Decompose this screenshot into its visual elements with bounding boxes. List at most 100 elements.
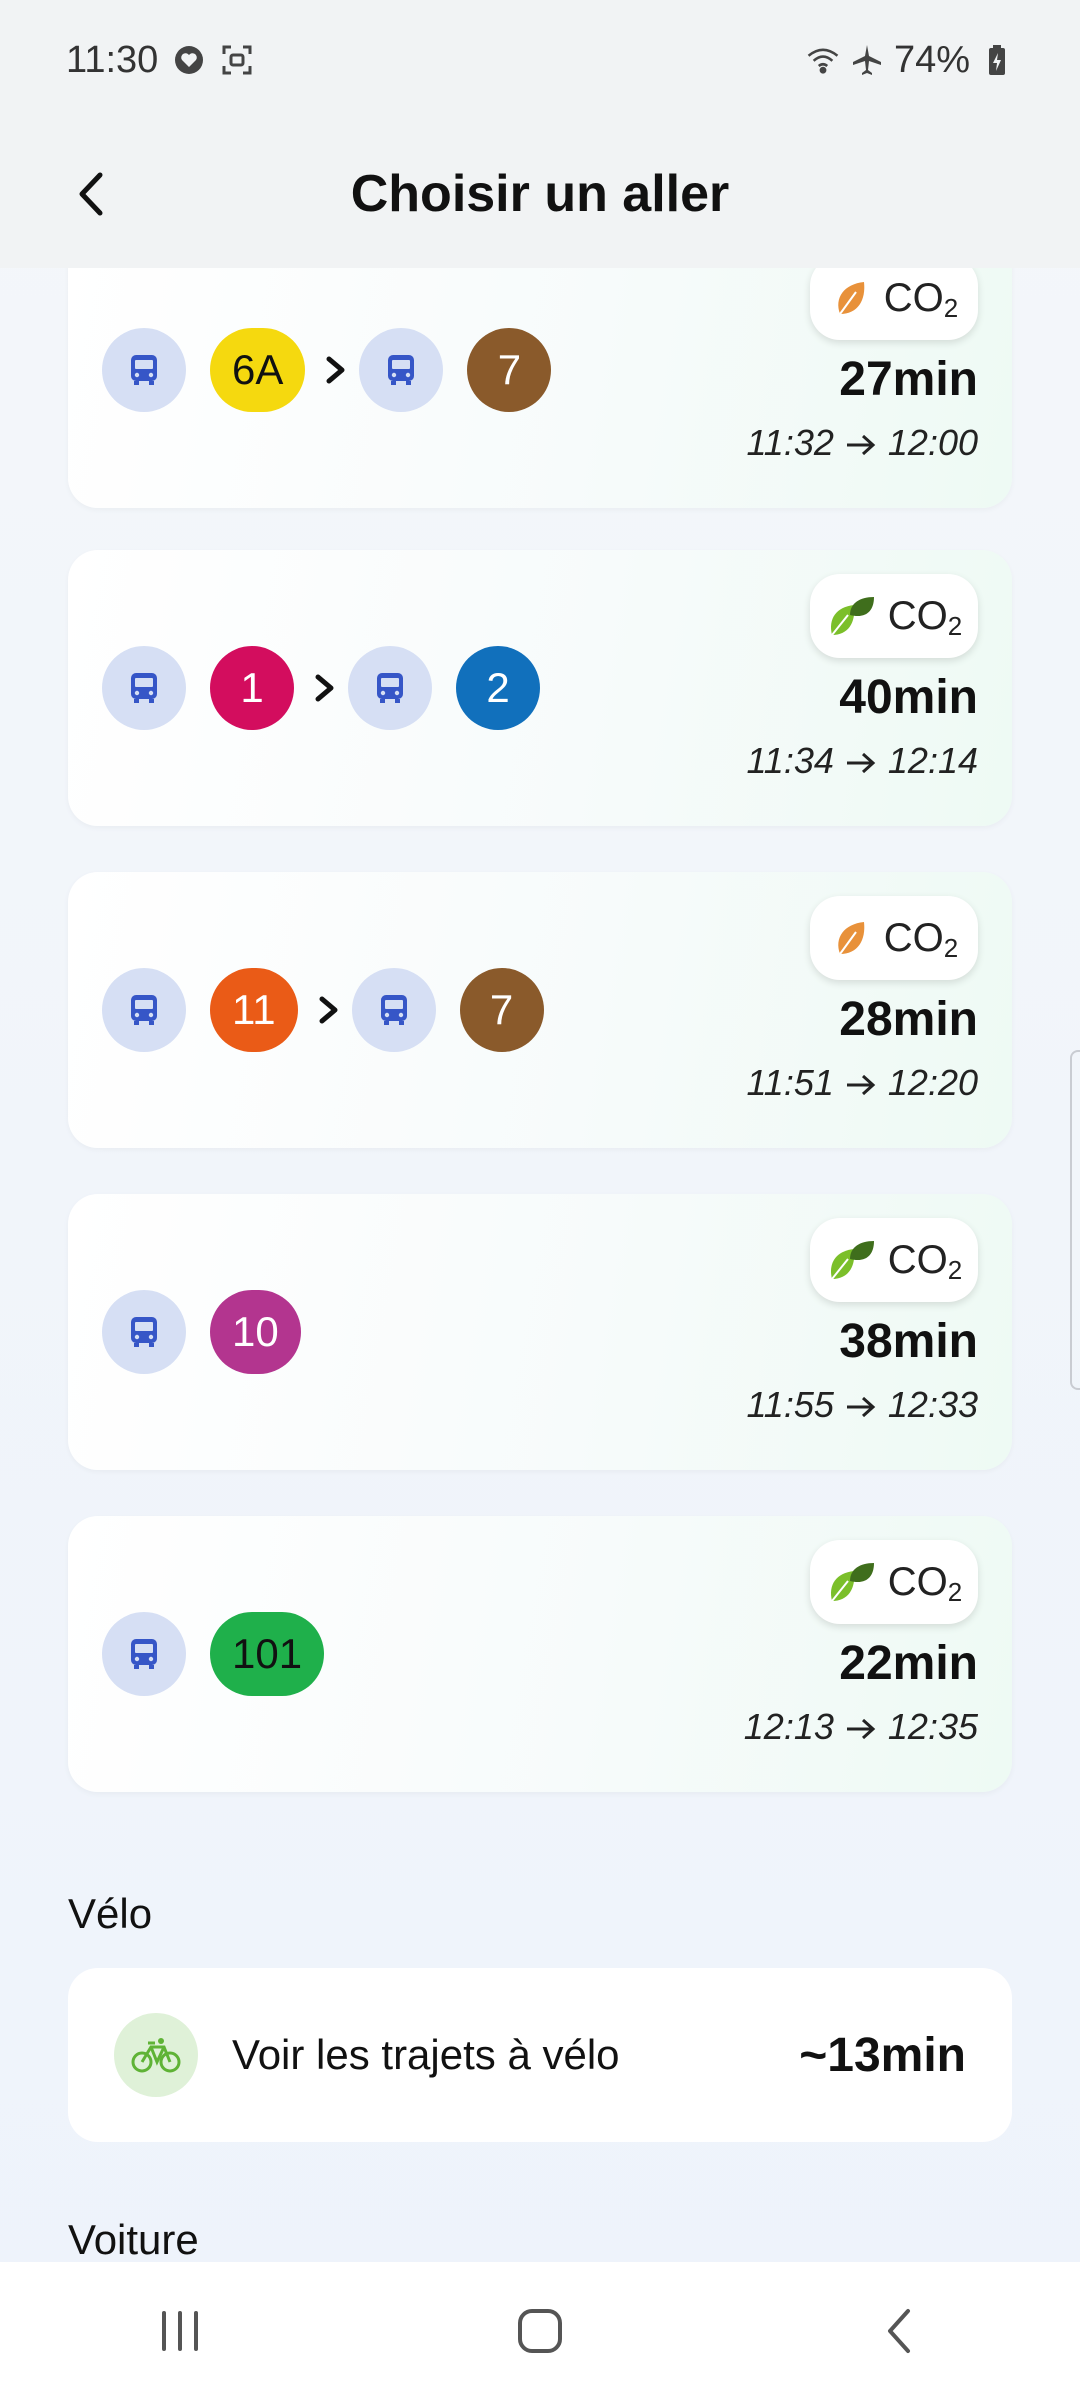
nav-back-icon: [888, 2309, 910, 2353]
leaf-icon: [830, 1241, 874, 1280]
section-title-velo: Vélo: [68, 1890, 153, 1937]
chevron-right-icon: [319, 996, 338, 1024]
co2-label: CO2: [887, 1237, 963, 1285]
home-icon: [518, 2309, 562, 2353]
journey-card[interactable]: 101 CO2 22min 12:13 12:35: [68, 1516, 1012, 1792]
bus-icon: [380, 995, 407, 1025]
arrow-right-icon: [846, 1075, 876, 1096]
wifi-icon: [806, 43, 840, 77]
leaf-icon: [838, 922, 865, 955]
airplane-mode-icon: [850, 43, 884, 77]
journey-duration: 38min: [839, 1315, 978, 1368]
screenshot-icon: [220, 43, 254, 77]
route-legs: 12: [102, 646, 540, 730]
arrow-right-icon: [846, 1719, 876, 1740]
bus-icon: [131, 1639, 157, 1669]
bus-icon: [131, 1317, 157, 1347]
leaf-icon: [830, 597, 874, 636]
leaf-icon: [838, 282, 865, 315]
journey-times: 11:32 12:00: [746, 422, 978, 464]
journey-list[interactable]: 6A 7 CO2 27min 11:32 12:00 1 2 CO2 40min 11:34 12…: [0, 268, 1080, 2262]
app-bar: Choisir un aller: [0, 120, 1080, 268]
bus-icon: [388, 355, 415, 385]
bus-mode-badge: [359, 328, 444, 412]
arrival-time: 12:20: [887, 1062, 978, 1103]
bus-icon: [131, 673, 157, 703]
status-time: 11:30: [66, 38, 159, 81]
transfer-chevron: [308, 646, 342, 730]
journey-duration: 28min: [839, 993, 978, 1046]
co2-badge[interactable]: CO2: [810, 1540, 978, 1624]
co2-badge[interactable]: CO2: [810, 574, 978, 658]
transfer-chevron: [312, 968, 346, 1052]
journey-duration: 27min: [839, 353, 978, 406]
bus-icon: [131, 355, 157, 385]
arrow-right-icon: [846, 1397, 876, 1418]
arrival-time: 12:33: [887, 1384, 978, 1425]
bus-mode-badge: [102, 1290, 186, 1374]
page-title: Choisir un aller: [350, 165, 730, 223]
departure-time: 11:34: [746, 740, 834, 781]
bus-mode-badge: [102, 328, 186, 412]
journey-card[interactable]: 11 7 CO2 28min 11:51 12:20: [68, 872, 1012, 1148]
battery-icon: [980, 43, 1014, 77]
journey-times: 11:34 12:14: [746, 740, 978, 782]
line-badge: 101: [210, 1612, 325, 1696]
bus-mode-badge: [102, 1612, 186, 1696]
battery-percentage: 74%: [893, 38, 970, 81]
bus-mode-badge: [102, 968, 186, 1052]
home-button[interactable]: [480, 2286, 600, 2376]
co2-badge[interactable]: CO2: [810, 1218, 978, 1302]
route-legs: 10: [102, 1290, 301, 1374]
leaf-icon: [830, 1563, 874, 1602]
system-nav-bar: [0, 2262, 1080, 2400]
bike-duration: ~13min: [799, 2028, 966, 2082]
line-badge: 1: [210, 646, 294, 730]
arrow-right-icon: [846, 753, 876, 774]
back-arrow-icon: [79, 172, 103, 216]
scrollbar[interactable]: [1070, 1050, 1080, 1390]
bus-mode-badge: [351, 968, 436, 1052]
departure-time: 11:55: [746, 1384, 834, 1425]
departure-time: 12:13: [743, 1706, 834, 1747]
line-badge: 7: [459, 968, 544, 1052]
recent-apps-icon: [162, 2311, 198, 2351]
departure-time: 11:32: [746, 422, 834, 463]
route-legs: 101: [102, 1612, 325, 1696]
transfer-chevron: [319, 328, 353, 412]
co2-badge[interactable]: CO2: [810, 268, 978, 340]
departure-time: 11:51: [746, 1062, 834, 1103]
co2-badge[interactable]: CO2: [810, 896, 978, 980]
line-badge: 7: [467, 328, 552, 412]
line-badge: 10: [210, 1290, 301, 1374]
journey-duration: 22min: [839, 1637, 978, 1690]
bus-icon: [131, 995, 157, 1025]
bike-routes-label: Voir les trajets à vélo: [232, 2031, 620, 2078]
journey-duration: 40min: [839, 671, 978, 724]
journey-card[interactable]: 1 2 CO2 40min 11:34 12:14: [68, 550, 1012, 826]
bus-mode-badge: [348, 646, 432, 730]
journey-card[interactable]: 6A 7 CO2 27min 11:32 12:00: [68, 268, 1012, 508]
route-legs: 6A 7: [102, 328, 552, 412]
line-badge: 11: [210, 968, 298, 1052]
back-button[interactable]: [50, 152, 134, 236]
chevron-right-icon: [326, 356, 345, 384]
line-badge: 2: [456, 646, 540, 730]
journey-times: 11:51 12:20: [746, 1062, 978, 1104]
section-title-voiture: Voiture: [68, 2216, 199, 2262]
co2-label: CO2: [883, 915, 959, 963]
journey-times: 12:13 12:35: [744, 1706, 978, 1748]
chevron-right-icon: [315, 674, 334, 702]
arrival-time: 12:14: [887, 740, 978, 781]
co2-label: CO2: [883, 275, 959, 323]
journey-card[interactable]: 10 CO2 38min 11:55 12:33: [68, 1194, 1012, 1470]
bike-routes-button[interactable]: Voir les trajets à vélo ~13min: [68, 1968, 1012, 2142]
recent-apps-button[interactable]: [120, 2286, 240, 2376]
arrival-time: 12:35: [887, 1706, 978, 1747]
co2-label: CO2: [887, 1559, 963, 1607]
nav-back-button[interactable]: [840, 2286, 960, 2376]
bike-icon: [114, 2013, 198, 2097]
journey-times: 11:55 12:33: [746, 1384, 978, 1426]
line-badge: 6A: [210, 328, 306, 412]
route-legs: 11 7: [102, 968, 544, 1052]
